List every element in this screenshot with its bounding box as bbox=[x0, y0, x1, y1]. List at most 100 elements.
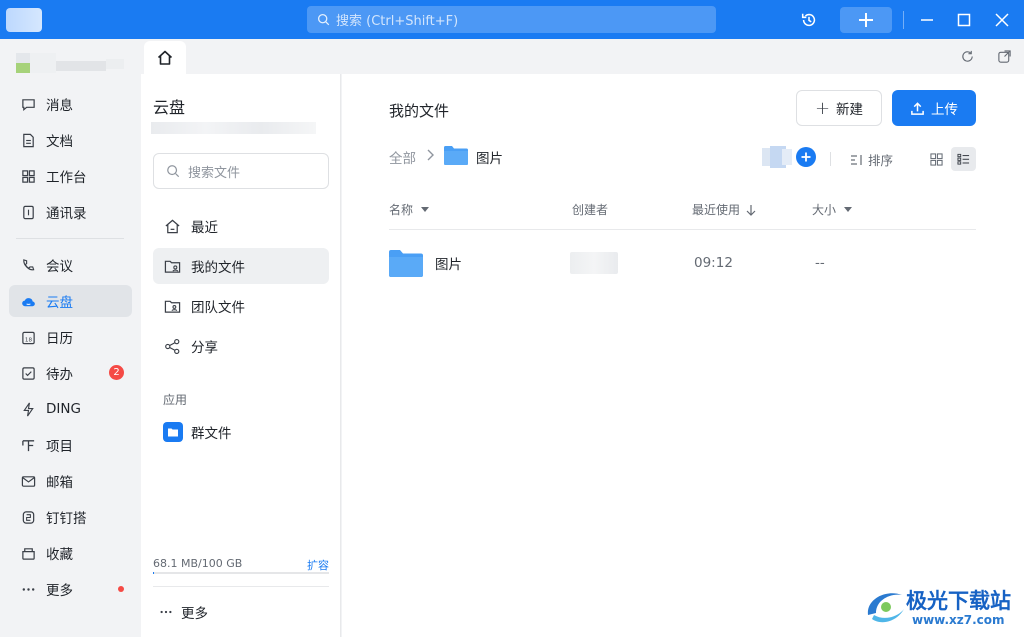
quota-progress-fill bbox=[153, 572, 154, 574]
sidebar-item-recent[interactable]: 最近 bbox=[153, 208, 329, 244]
breadcrumb-current: 图片 bbox=[476, 151, 503, 167]
team-files-icon bbox=[163, 297, 181, 315]
titlebar-divider bbox=[903, 11, 904, 29]
sort-button[interactable]: 排序 bbox=[850, 150, 893, 169]
nav-item-ding[interactable]: DING bbox=[9, 393, 132, 425]
list-view-icon bbox=[957, 153, 970, 165]
sidebar-item-share[interactable]: 分享 bbox=[153, 328, 329, 364]
nav-item-calendar[interactable]: 18 日历 bbox=[9, 321, 132, 353]
home-tab[interactable] bbox=[144, 41, 186, 74]
nav-item-documents[interactable]: 文档 bbox=[9, 124, 132, 156]
folder-icon bbox=[389, 249, 423, 277]
project-icon bbox=[20, 437, 36, 453]
file-size: -- bbox=[815, 255, 825, 271]
file-name[interactable]: 图片 bbox=[435, 253, 462, 273]
watermark-title: 极光下载站 bbox=[906, 589, 1011, 613]
sidebar-item-my-files[interactable]: 我的文件 bbox=[153, 248, 329, 284]
title-bar: 搜索 (Ctrl+Shift+F) bbox=[0, 0, 1024, 39]
apps-section-label: 应用 bbox=[163, 393, 188, 407]
sidebar-item-label: 团队文件 bbox=[191, 300, 245, 316]
sidebar-item-team-files[interactable]: 团队文件 bbox=[153, 288, 329, 324]
sidebar-item-label: 群文件 bbox=[191, 426, 232, 442]
dingda-icon bbox=[20, 509, 36, 525]
nav-item-label: 日历 bbox=[46, 331, 73, 347]
quota-text: 68.1 MB/100 GB bbox=[153, 557, 243, 570]
mail-icon bbox=[20, 473, 36, 489]
document-icon bbox=[20, 132, 36, 148]
nav-item-favorites[interactable]: 收藏 bbox=[9, 537, 132, 569]
minimize-icon bbox=[921, 19, 933, 21]
todo-icon bbox=[20, 365, 36, 381]
grid-view-button[interactable] bbox=[925, 148, 947, 170]
nav-item-label: 通讯录 bbox=[46, 206, 87, 222]
nav-item-label: 工作台 bbox=[46, 170, 87, 186]
open-window-icon[interactable] bbox=[997, 49, 1013, 65]
nav-item-label: 会议 bbox=[46, 259, 73, 275]
file-last-used: 09:12 bbox=[694, 255, 733, 271]
column-header-last-used[interactable]: 最近使用 bbox=[692, 201, 756, 218]
watermark-url: www.xz7.com bbox=[912, 613, 1005, 627]
ding-icon bbox=[20, 401, 36, 417]
sidebar-item-group-files[interactable]: 群文件 bbox=[153, 414, 329, 450]
nav-item-workbench[interactable]: 工作台 bbox=[9, 160, 132, 192]
app-avatar[interactable] bbox=[6, 8, 42, 32]
folder-members[interactable] bbox=[762, 146, 818, 168]
search-icon bbox=[317, 13, 330, 26]
more-icon bbox=[20, 581, 36, 597]
create-plus-button[interactable] bbox=[840, 7, 892, 33]
home-icon bbox=[163, 217, 181, 235]
column-header-name[interactable]: 名称 bbox=[389, 201, 430, 218]
file-search-input[interactable]: 搜索文件 bbox=[153, 153, 329, 189]
sidebar-item-label: 分享 bbox=[191, 340, 218, 356]
site-watermark: 极光下载站 www.xz7.com bbox=[862, 583, 1022, 633]
sidebar-more-button[interactable]: 更多 bbox=[159, 602, 208, 622]
nav-item-messages[interactable]: 消息 bbox=[9, 88, 132, 120]
refresh-icon[interactable] bbox=[960, 49, 976, 65]
sidebar-item-label: 最近 bbox=[191, 220, 218, 236]
nav-item-more[interactable]: 更多 bbox=[9, 573, 132, 605]
nav-item-label: 收藏 bbox=[46, 547, 73, 563]
nav-item-contacts[interactable]: 通讯录 bbox=[9, 196, 132, 228]
column-header-size[interactable]: 大小 bbox=[812, 201, 853, 218]
list-view-button[interactable] bbox=[951, 147, 976, 171]
breadcrumb-root[interactable]: 全部 bbox=[389, 147, 416, 167]
watermark-logo-icon bbox=[867, 593, 904, 623]
table-row[interactable]: 图片 09:12 -- bbox=[389, 240, 976, 286]
search-icon bbox=[167, 165, 180, 178]
nav-item-todo[interactable]: 待办 2 bbox=[9, 357, 132, 389]
grid-view-icon bbox=[929, 152, 943, 166]
column-last-used-label: 最近使用 bbox=[692, 203, 741, 217]
minimize-button[interactable] bbox=[914, 7, 940, 33]
upload-icon bbox=[911, 101, 924, 115]
creator-name-blurred bbox=[570, 252, 618, 274]
notification-dot bbox=[118, 586, 124, 592]
org-profile[interactable] bbox=[16, 49, 124, 81]
more-icon bbox=[160, 610, 172, 614]
workbench-icon bbox=[20, 168, 36, 184]
nav-item-projects[interactable]: 项目 bbox=[9, 429, 132, 461]
chevron-right-icon bbox=[426, 149, 434, 165]
meeting-icon bbox=[20, 257, 36, 273]
my-files-icon bbox=[163, 257, 181, 275]
nav-item-dingda[interactable]: 钉钉搭 bbox=[9, 501, 132, 533]
new-button[interactable]: + 新建 bbox=[796, 90, 882, 126]
maximize-button[interactable] bbox=[951, 7, 977, 33]
nav-item-cloud-drive[interactable]: 云盘 bbox=[9, 285, 132, 317]
history-icon[interactable] bbox=[796, 7, 822, 33]
arrow-down-icon bbox=[746, 204, 756, 216]
upload-button[interactable]: 上传 bbox=[892, 90, 976, 126]
share-icon bbox=[163, 337, 181, 355]
expand-storage-link[interactable]: 扩容 bbox=[307, 557, 329, 573]
global-search-input[interactable]: 搜索 (Ctrl+Shift+F) bbox=[307, 6, 716, 33]
plus-icon: + bbox=[814, 97, 831, 119]
nav-item-mail[interactable]: 邮箱 bbox=[9, 465, 132, 497]
upload-button-label: 上传 bbox=[931, 102, 958, 118]
column-name-label: 名称 bbox=[389, 203, 414, 217]
close-button[interactable] bbox=[989, 7, 1015, 33]
column-size-label: 大小 bbox=[812, 203, 837, 217]
nav-item-meetings[interactable]: 会议 bbox=[9, 249, 132, 281]
add-member-icon[interactable] bbox=[796, 147, 816, 167]
file-search-placeholder: 搜索文件 bbox=[188, 165, 241, 181]
file-table-header: 名称 创建者 最近使用 大小 bbox=[389, 198, 976, 230]
toolbar-divider bbox=[830, 152, 831, 166]
